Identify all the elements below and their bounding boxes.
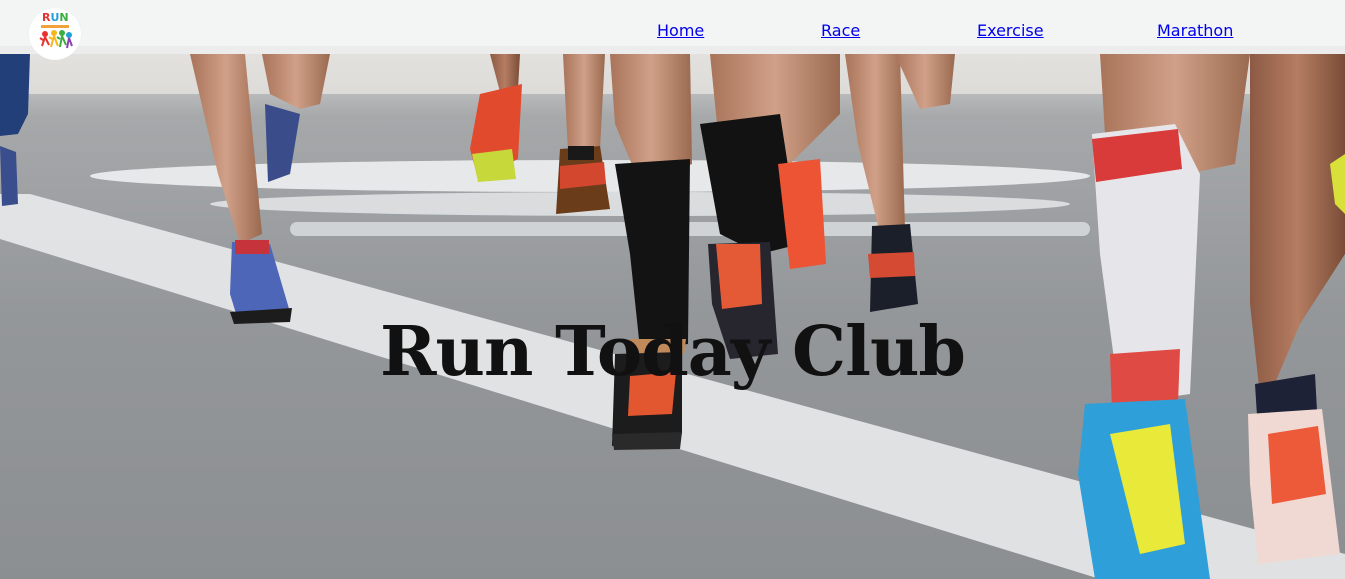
main-nav: Home Race Exercise Marathon bbox=[0, 21, 1345, 43]
hero-banner: Run Today Club bbox=[0, 54, 1345, 579]
nav-link-home[interactable]: Home bbox=[657, 21, 704, 40]
nav-link-marathon[interactable]: Marathon bbox=[1157, 21, 1233, 40]
site-header: RUN Home Race Exercise Marathon bbox=[0, 0, 1345, 60]
hero-title: Run Today Club bbox=[380, 311, 966, 392]
page: RUN Home Race Exercise Marathon Run Toda… bbox=[0, 0, 1345, 579]
nav-link-race[interactable]: Race bbox=[821, 21, 860, 40]
nav-link-exercise[interactable]: Exercise bbox=[977, 21, 1044, 40]
